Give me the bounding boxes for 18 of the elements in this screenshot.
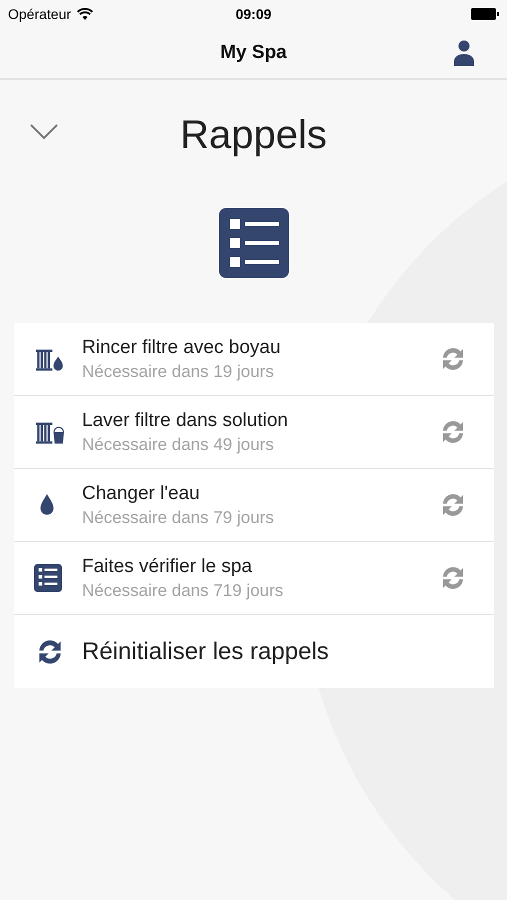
checklist-icon: [218, 208, 288, 278]
reminder-due: Nécessaire dans 719 jours: [82, 580, 284, 600]
reminder-title: Changer l'eau: [82, 482, 201, 504]
page-title: Rappels: [180, 112, 327, 158]
app-title: My Spa: [220, 42, 287, 64]
reminder-due: Nécessaire dans 19 jours: [82, 362, 275, 382]
reminder-title: Laver filtre dans solution: [82, 410, 289, 432]
reminder-title: Rincer filtre avec boyau: [82, 336, 282, 358]
reminder-due: Nécessaire dans 79 jours: [82, 508, 275, 528]
reminder-title: Faites vérifier le spa: [82, 556, 254, 578]
carrier-name: Opérateur: [8, 6, 72, 22]
checklist-icon: [34, 564, 62, 592]
battery-icon: [471, 8, 499, 20]
chevron-down-icon[interactable]: [30, 124, 58, 140]
user-icon[interactable]: [453, 40, 475, 66]
clock-time: 09:09: [236, 6, 272, 22]
reminder-due: Nécessaire dans 49 jours: [82, 434, 275, 454]
wifi-icon: [77, 8, 94, 20]
